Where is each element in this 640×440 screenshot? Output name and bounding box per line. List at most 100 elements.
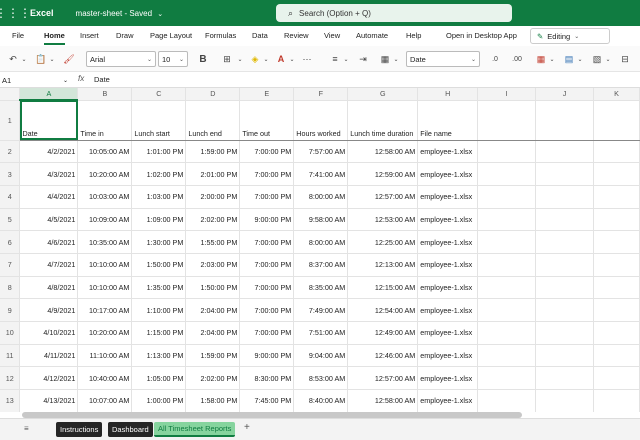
wrap-text-icon[interactable]: ⇥ [356,51,370,67]
cell[interactable]: 4/12/2021 [19,366,79,391]
cell[interactable]: 1:01:00 PM [131,140,187,164]
bold-icon[interactable]: B [196,51,210,67]
row-header[interactable]: 5 [0,208,21,232]
cell[interactable]: 8:37:00 AM [293,253,349,277]
cell[interactable]: 12:59:00 AM [347,162,419,186]
row-header[interactable]: 10 [0,321,21,345]
merge-icon[interactable]: ▦ [378,51,392,67]
tab-insert[interactable]: Insert [80,31,99,40]
font-size-select[interactable]: 10 ⌄ [158,51,188,67]
tab-automate[interactable]: Automate [356,31,388,40]
paste-icon[interactable]: 📋 [34,51,48,67]
document-name[interactable]: master-sheet - Saved ⌄ [76,9,164,18]
cell[interactable]: employee-1.xlsx [417,208,479,232]
editing-mode-button[interactable]: ✎ Editing ⌄ [530,28,610,44]
cell[interactable]: 8:35:00 AM [293,276,349,300]
header-cell[interactable]: Date [19,100,79,141]
cell[interactable]: 12:54:00 AM [347,298,419,322]
cell[interactable]: 7:00:00 PM [239,230,295,254]
cell[interactable]: 8:00:00 AM [293,185,349,209]
sheet-list-icon[interactable]: ≡ [24,424,29,433]
cell[interactable]: 4/13/2021 [19,389,79,412]
cell[interactable] [593,298,640,322]
cell[interactable] [593,344,640,368]
chevron-down-icon[interactable]: ⌄ [288,51,296,67]
column-header-g[interactable]: G [347,88,419,101]
cell[interactable]: 7:49:00 AM [293,298,349,322]
cell[interactable]: employee-1.xlsx [417,298,479,322]
sheet-tab-all-timesheet-reports[interactable]: All Timesheet Reports [154,422,236,437]
formula-input[interactable]: Date [94,75,110,84]
fill-color-icon[interactable]: ◈ [248,51,262,67]
cell[interactable] [535,162,594,186]
cell[interactable] [593,162,640,186]
row-header[interactable]: 2 [0,140,21,164]
cell[interactable]: 7:00:00 PM [239,140,295,164]
cell[interactable]: 7:00:00 PM [239,185,295,209]
cell[interactable]: 10:35:00 AM [77,230,133,254]
cell[interactable]: 8:53:00 AM [293,366,349,391]
cell[interactable] [593,321,640,345]
increase-decimal-icon[interactable]: .0 [488,51,502,67]
format-as-table-icon[interactable]: ▤ [562,51,576,67]
tab-home[interactable]: Home [44,31,65,45]
cell[interactable] [477,389,537,412]
cell[interactable] [477,185,537,209]
cell[interactable] [535,208,594,232]
cell[interactable]: employee-1.xlsx [417,276,479,300]
cell[interactable] [477,162,537,186]
cell[interactable] [535,298,594,322]
cell[interactable]: employee-1.xlsx [417,344,479,368]
tab-page-layout[interactable]: Page Layout [150,31,192,40]
cell[interactable]: employee-1.xlsx [417,230,479,254]
header-cell[interactable]: Time out [239,100,295,141]
cell[interactable]: 10:10:00 AM [77,276,133,300]
header-cell[interactable]: Hours worked [293,100,349,141]
column-header-c[interactable]: C [131,88,187,101]
cell[interactable] [535,185,594,209]
cell[interactable]: 8:00:00 AM [293,230,349,254]
cell[interactable] [535,140,594,164]
cell[interactable]: 10:07:00 AM [77,389,133,412]
cell[interactable] [593,185,640,209]
cell[interactable]: employee-1.xlsx [417,253,479,277]
cell[interactable]: 9:00:00 PM [239,208,295,232]
row-header[interactable]: 13 [0,389,21,412]
cell[interactable]: employee-1.xlsx [417,185,479,209]
app-launcher-icon[interactable]: ⋮⋮⋮ [0,0,31,26]
cell[interactable] [593,208,640,232]
cell[interactable] [535,389,594,412]
cell[interactable]: 4/3/2021 [19,162,79,186]
cell[interactable]: 2:02:00 PM [185,366,241,391]
row-header[interactable]: 7 [0,253,21,277]
cell[interactable]: 1:02:00 PM [131,162,187,186]
cell[interactable]: 12:15:00 AM [347,276,419,300]
cell[interactable]: 4/10/2021 [19,321,79,345]
chevron-down-icon[interactable]: ⌄ [262,51,270,67]
cell[interactable]: 8:30:00 PM [239,366,295,391]
cell[interactable]: 12:57:00 AM [347,366,419,391]
header-cell[interactable] [477,100,537,141]
cell[interactable] [593,253,640,277]
cell[interactable]: 1:50:00 PM [185,276,241,300]
cell[interactable]: 2:04:00 PM [185,321,241,345]
cell[interactable]: 7:00:00 PM [239,276,295,300]
header-cell[interactable] [593,100,640,141]
cell[interactable] [477,321,537,345]
cell[interactable]: 12:57:00 AM [347,185,419,209]
font-name-select[interactable]: Arial ⌄ [86,51,156,67]
cell[interactable]: 8:40:00 AM [293,389,349,412]
cell[interactable]: 1:10:00 PM [131,298,187,322]
cell[interactable] [477,344,537,368]
cell[interactable] [593,276,640,300]
cell[interactable] [477,208,537,232]
row-header[interactable]: 12 [0,366,21,391]
cell[interactable]: 1:15:00 PM [131,321,187,345]
chevron-down-icon[interactable]: ⌄ [236,51,244,67]
cell[interactable]: 4/9/2021 [19,298,79,322]
tab-data[interactable]: Data [252,31,268,40]
cell[interactable]: 10:20:00 AM [77,162,133,186]
cell[interactable]: 2:02:00 PM [185,208,241,232]
cell[interactable] [477,366,537,391]
cell[interactable] [477,253,537,277]
